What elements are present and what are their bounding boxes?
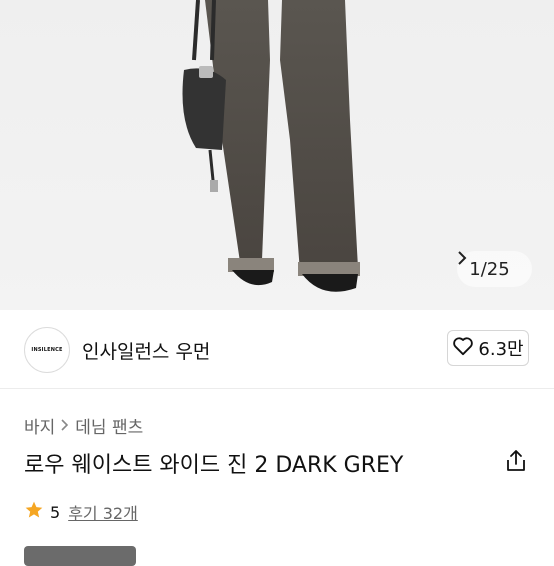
breadcrumb-item-denim[interactable]: 데님 팬츠 (75, 413, 143, 438)
rating-row: 5 후기 32개 (24, 500, 138, 524)
breadcrumb-item-pants[interactable]: 바지 (24, 413, 55, 438)
image-counter[interactable]: 1/25 (457, 251, 532, 287)
breadcrumb: 바지 데님 팬츠 (24, 413, 143, 438)
product-title: 로우 웨이스트 와이드 진 2 DARK GREY (24, 453, 404, 478)
like-count: 6.3만 (478, 339, 524, 360)
product-image[interactable]: 1/25 (0, 0, 554, 310)
like-button[interactable]: 6.3만 (447, 330, 529, 366)
image-counter-text: 1/25 (469, 258, 510, 280)
star-icon (24, 500, 44, 524)
brand-logo[interactable]: INSILENCE (24, 327, 70, 373)
share-icon[interactable] (505, 449, 527, 477)
rating-score: 5 (50, 502, 61, 522)
chevron-right-icon (61, 417, 69, 435)
heart-outline-icon (452, 336, 474, 361)
brand-logo-text: INSILENCE (31, 347, 63, 353)
promo-chip[interactable] (24, 546, 136, 566)
brand-name-link[interactable]: 인사일런스 우먼 (82, 337, 210, 364)
brand-row: INSILENCE 인사일런스 우먼 6.3만 (0, 310, 554, 389)
review-count-link[interactable]: 후기 32개 (68, 500, 138, 524)
